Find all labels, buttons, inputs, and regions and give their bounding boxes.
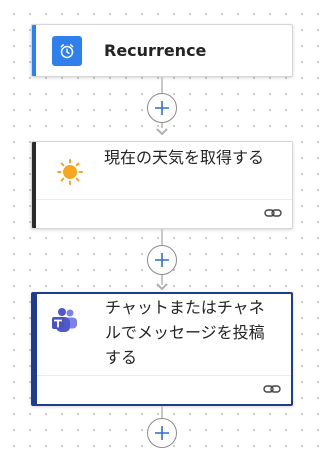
sun-icon [54, 156, 86, 188]
add-step-button[interactable] [147, 93, 177, 123]
step-card-teams[interactable]: チャットまたはチャネルでメッセージを投稿する [31, 292, 293, 406]
plus-icon [155, 101, 169, 115]
arrow-down-icon [156, 128, 168, 136]
add-step-button[interactable] [147, 418, 177, 448]
card-footer [37, 375, 291, 404]
alarm-clock-icon [52, 36, 82, 66]
step-title: Recurrence [104, 41, 207, 60]
step-card-weather[interactable]: 現在の天気を取得する [31, 141, 293, 229]
add-step-button[interactable] [147, 245, 177, 275]
plus-icon [155, 426, 169, 440]
card-accent [32, 25, 36, 76]
arrow-down-icon [156, 283, 168, 291]
step-title: チャットまたはチャネルでメッセージを投稿する [105, 298, 265, 367]
step-title: 現在の天気を取得する [104, 148, 265, 167]
card-footer [36, 199, 292, 228]
plus-icon [155, 253, 169, 267]
link-icon[interactable] [264, 206, 282, 220]
teams-icon [50, 306, 80, 336]
step-card-recurrence[interactable]: Recurrence [31, 24, 293, 77]
link-icon[interactable] [263, 382, 281, 396]
